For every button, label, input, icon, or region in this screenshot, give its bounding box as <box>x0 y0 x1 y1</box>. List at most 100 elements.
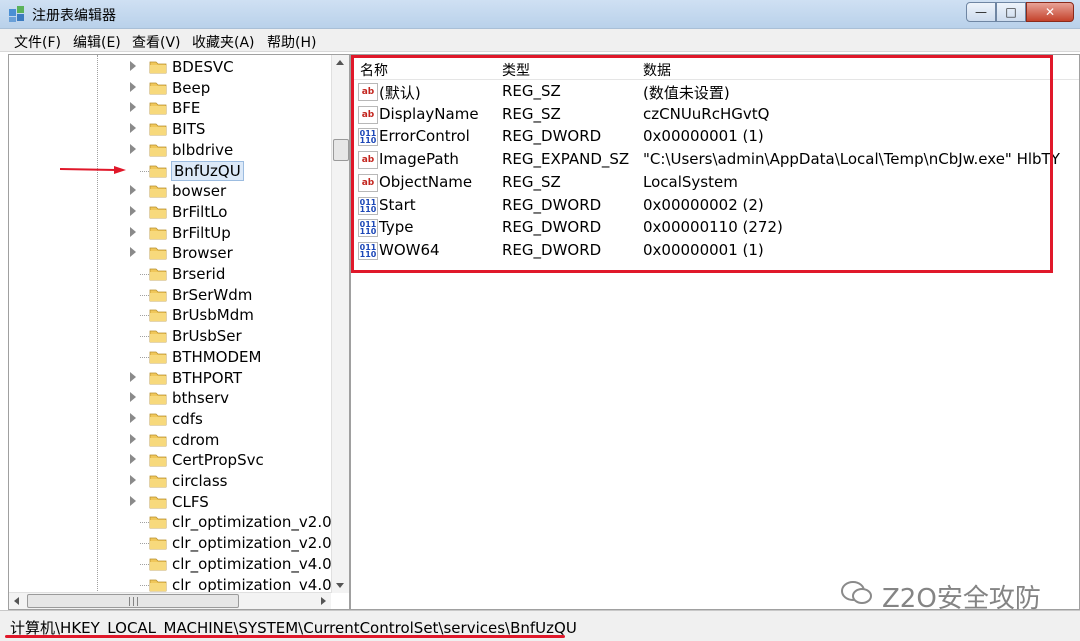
tree-item[interactable]: bowser <box>9 181 331 201</box>
folder-icon <box>149 289 167 302</box>
scroll-right-icon[interactable] <box>321 597 326 605</box>
folder-icon <box>149 123 167 136</box>
scroll-up-icon[interactable] <box>336 60 344 65</box>
tree-item-label: BFE <box>172 99 201 118</box>
registry-tree[interactable]: BDESVC Beep BFE BITS blbdrive BnfUzQU bowser Br… <box>8 54 350 610</box>
expand-arrow-icon[interactable] <box>130 371 136 382</box>
tree-vertical-scrollbar[interactable] <box>331 55 349 593</box>
tree-item[interactable]: Beep <box>9 78 331 98</box>
tree-item-label: Beep <box>172 78 211 97</box>
tree-item-label: circlass <box>172 472 228 490</box>
value-type: REG_DWORD <box>502 218 602 237</box>
value-row[interactable]: ab ImagePath REG_EXPAND_SZ "C:\Users\admin\… <box>351 148 1079 170</box>
close-button[interactable]: ✕ <box>1026 2 1074 22</box>
expand-arrow-icon[interactable] <box>130 205 136 216</box>
value-row[interactable]: 011 110 WOW64 REG_DWORD 0x00000001 (1) <box>351 239 1079 261</box>
tree-item-label: BTHMODEM <box>172 347 262 366</box>
tree-guide-line <box>140 336 149 338</box>
tree-item[interactable]: bthserv <box>9 388 331 408</box>
value-name: WOW64 <box>379 240 440 259</box>
tree-horizontal-scrollbar[interactable]: ||| <box>9 592 331 609</box>
tree-item[interactable]: BrSerWdm <box>9 285 331 305</box>
expand-arrow-icon[interactable] <box>130 454 136 465</box>
value-name: DisplayName <box>379 104 479 123</box>
expand-arrow-icon[interactable] <box>130 226 136 237</box>
expand-arrow-icon[interactable] <box>130 143 136 154</box>
value-data: 0x00000001 (1) <box>643 127 764 146</box>
tree-item[interactable]: BITS <box>9 119 331 139</box>
folder-icon <box>149 351 167 364</box>
tree-item[interactable]: CertPropSvc <box>9 450 331 470</box>
menu-help[interactable]: 帮助(H) <box>267 32 316 52</box>
value-name: Type <box>379 218 414 237</box>
folder-icon <box>149 454 167 467</box>
tree-item[interactable]: clr_optimization_v4.0.30 <box>9 554 331 574</box>
tree-item[interactable]: BnfUzQU <box>9 160 331 181</box>
dword-value-icon: 011 110 <box>358 196 378 215</box>
tree-item-label: clr_optimization_v4.0.30 <box>172 575 331 594</box>
value-row[interactable]: ab DisplayName REG_SZ czCNUuRcHGvtQ <box>351 103 1079 125</box>
tree-item[interactable]: clr_optimization_v4.0.30 <box>9 575 331 594</box>
tree-item[interactable]: BTHMODEM <box>9 347 331 367</box>
expand-arrow-icon[interactable] <box>130 412 136 423</box>
tree-scroll-thumb[interactable] <box>333 139 349 161</box>
menu-favorites[interactable]: 收藏夹(A) <box>192 32 255 52</box>
menu-edit[interactable]: 编辑(E) <box>73 32 121 52</box>
grip-icon: ||| <box>128 597 141 607</box>
expand-arrow-icon[interactable] <box>130 433 136 444</box>
menu-view[interactable]: 查看(V) <box>132 32 181 52</box>
value-row[interactable]: 011 110 Start REG_DWORD 0x00000002 (2) <box>351 194 1079 216</box>
tree-item[interactable]: BrUsbSer <box>9 326 331 346</box>
expand-arrow-icon[interactable] <box>130 392 136 403</box>
values-list[interactable]: 名称 类型 数据 ab (默认) REG_SZ (数值未设置) ab DisplayNam… <box>350 54 1080 610</box>
tree-item[interactable]: cdfs <box>9 409 331 429</box>
expand-arrow-icon[interactable] <box>130 185 136 196</box>
value-row[interactable]: 011 110 ErrorControl REG_DWORD 0x00000001 (1… <box>351 125 1079 147</box>
maximize-button[interactable]: □ <box>996 2 1026 22</box>
tree-item[interactable]: Brserid <box>9 264 331 284</box>
tree-item[interactable]: BDESVC <box>9 57 331 77</box>
tree-item[interactable]: BrFiltUp <box>9 223 331 243</box>
tree-item-label: BTHPORT <box>172 368 243 387</box>
tree-item[interactable]: blbdrive <box>9 140 331 160</box>
column-header-data[interactable]: 数据 <box>643 60 671 80</box>
column-header-name[interactable]: 名称 <box>360 60 388 80</box>
scroll-down-icon[interactable] <box>336 583 344 588</box>
tree-item[interactable]: BTHPORT <box>9 368 331 388</box>
menu-file[interactable]: 文件(F) <box>14 32 61 52</box>
expand-arrow-icon[interactable] <box>130 102 136 113</box>
scroll-left-icon[interactable] <box>14 597 19 605</box>
expand-arrow-icon[interactable] <box>130 61 136 71</box>
value-row[interactable]: ab (默认) REG_SZ (数值未设置) <box>351 80 1079 102</box>
tree-item[interactable]: BrUsbMdm <box>9 305 331 325</box>
column-header-type[interactable]: 类型 <box>502 60 530 80</box>
tree-guide-line <box>140 356 149 358</box>
folder-icon <box>149 372 167 384</box>
value-data: 0x00000002 (2) <box>643 195 764 214</box>
folder-icon <box>149 579 167 591</box>
tree-item[interactable]: CLFS <box>9 492 331 512</box>
tree-item[interactable]: BrFiltLo <box>9 202 331 222</box>
tree-item[interactable]: cdrom <box>9 430 331 450</box>
expand-arrow-icon[interactable] <box>130 495 136 506</box>
folder-icon <box>149 165 167 177</box>
tree-item-label: clr_optimization_v4.0.30 <box>172 554 331 573</box>
red-underline-annotation <box>5 635 565 638</box>
minimize-button[interactable]: — <box>966 2 996 22</box>
icon-glyph: ab <box>361 155 375 166</box>
value-type: REG_EXPAND_SZ <box>502 150 630 169</box>
tree-item[interactable]: BFE <box>9 98 331 118</box>
tree-item-label: BrFiltLo <box>172 202 228 221</box>
tree-item[interactable]: clr_optimization_v2.0.50 <box>9 512 331 532</box>
string-value-icon: ab <box>358 173 378 192</box>
tree-item[interactable]: clr_optimization_v2.0.50 <box>9 533 331 553</box>
expand-arrow-icon[interactable] <box>130 81 136 92</box>
expand-arrow-icon[interactable] <box>130 247 136 258</box>
tree-item[interactable]: circlass <box>9 471 331 491</box>
expand-arrow-icon[interactable] <box>130 475 136 485</box>
expand-arrow-icon[interactable] <box>130 123 136 134</box>
tree-hscroll-thumb[interactable]: ||| <box>27 594 239 608</box>
value-row[interactable]: 011 110 Type REG_DWORD 0x00000110 (272) <box>351 216 1079 238</box>
value-row[interactable]: ab ObjectName REG_SZ LocalSystem <box>351 171 1079 193</box>
tree-item[interactable]: Browser <box>9 243 331 263</box>
